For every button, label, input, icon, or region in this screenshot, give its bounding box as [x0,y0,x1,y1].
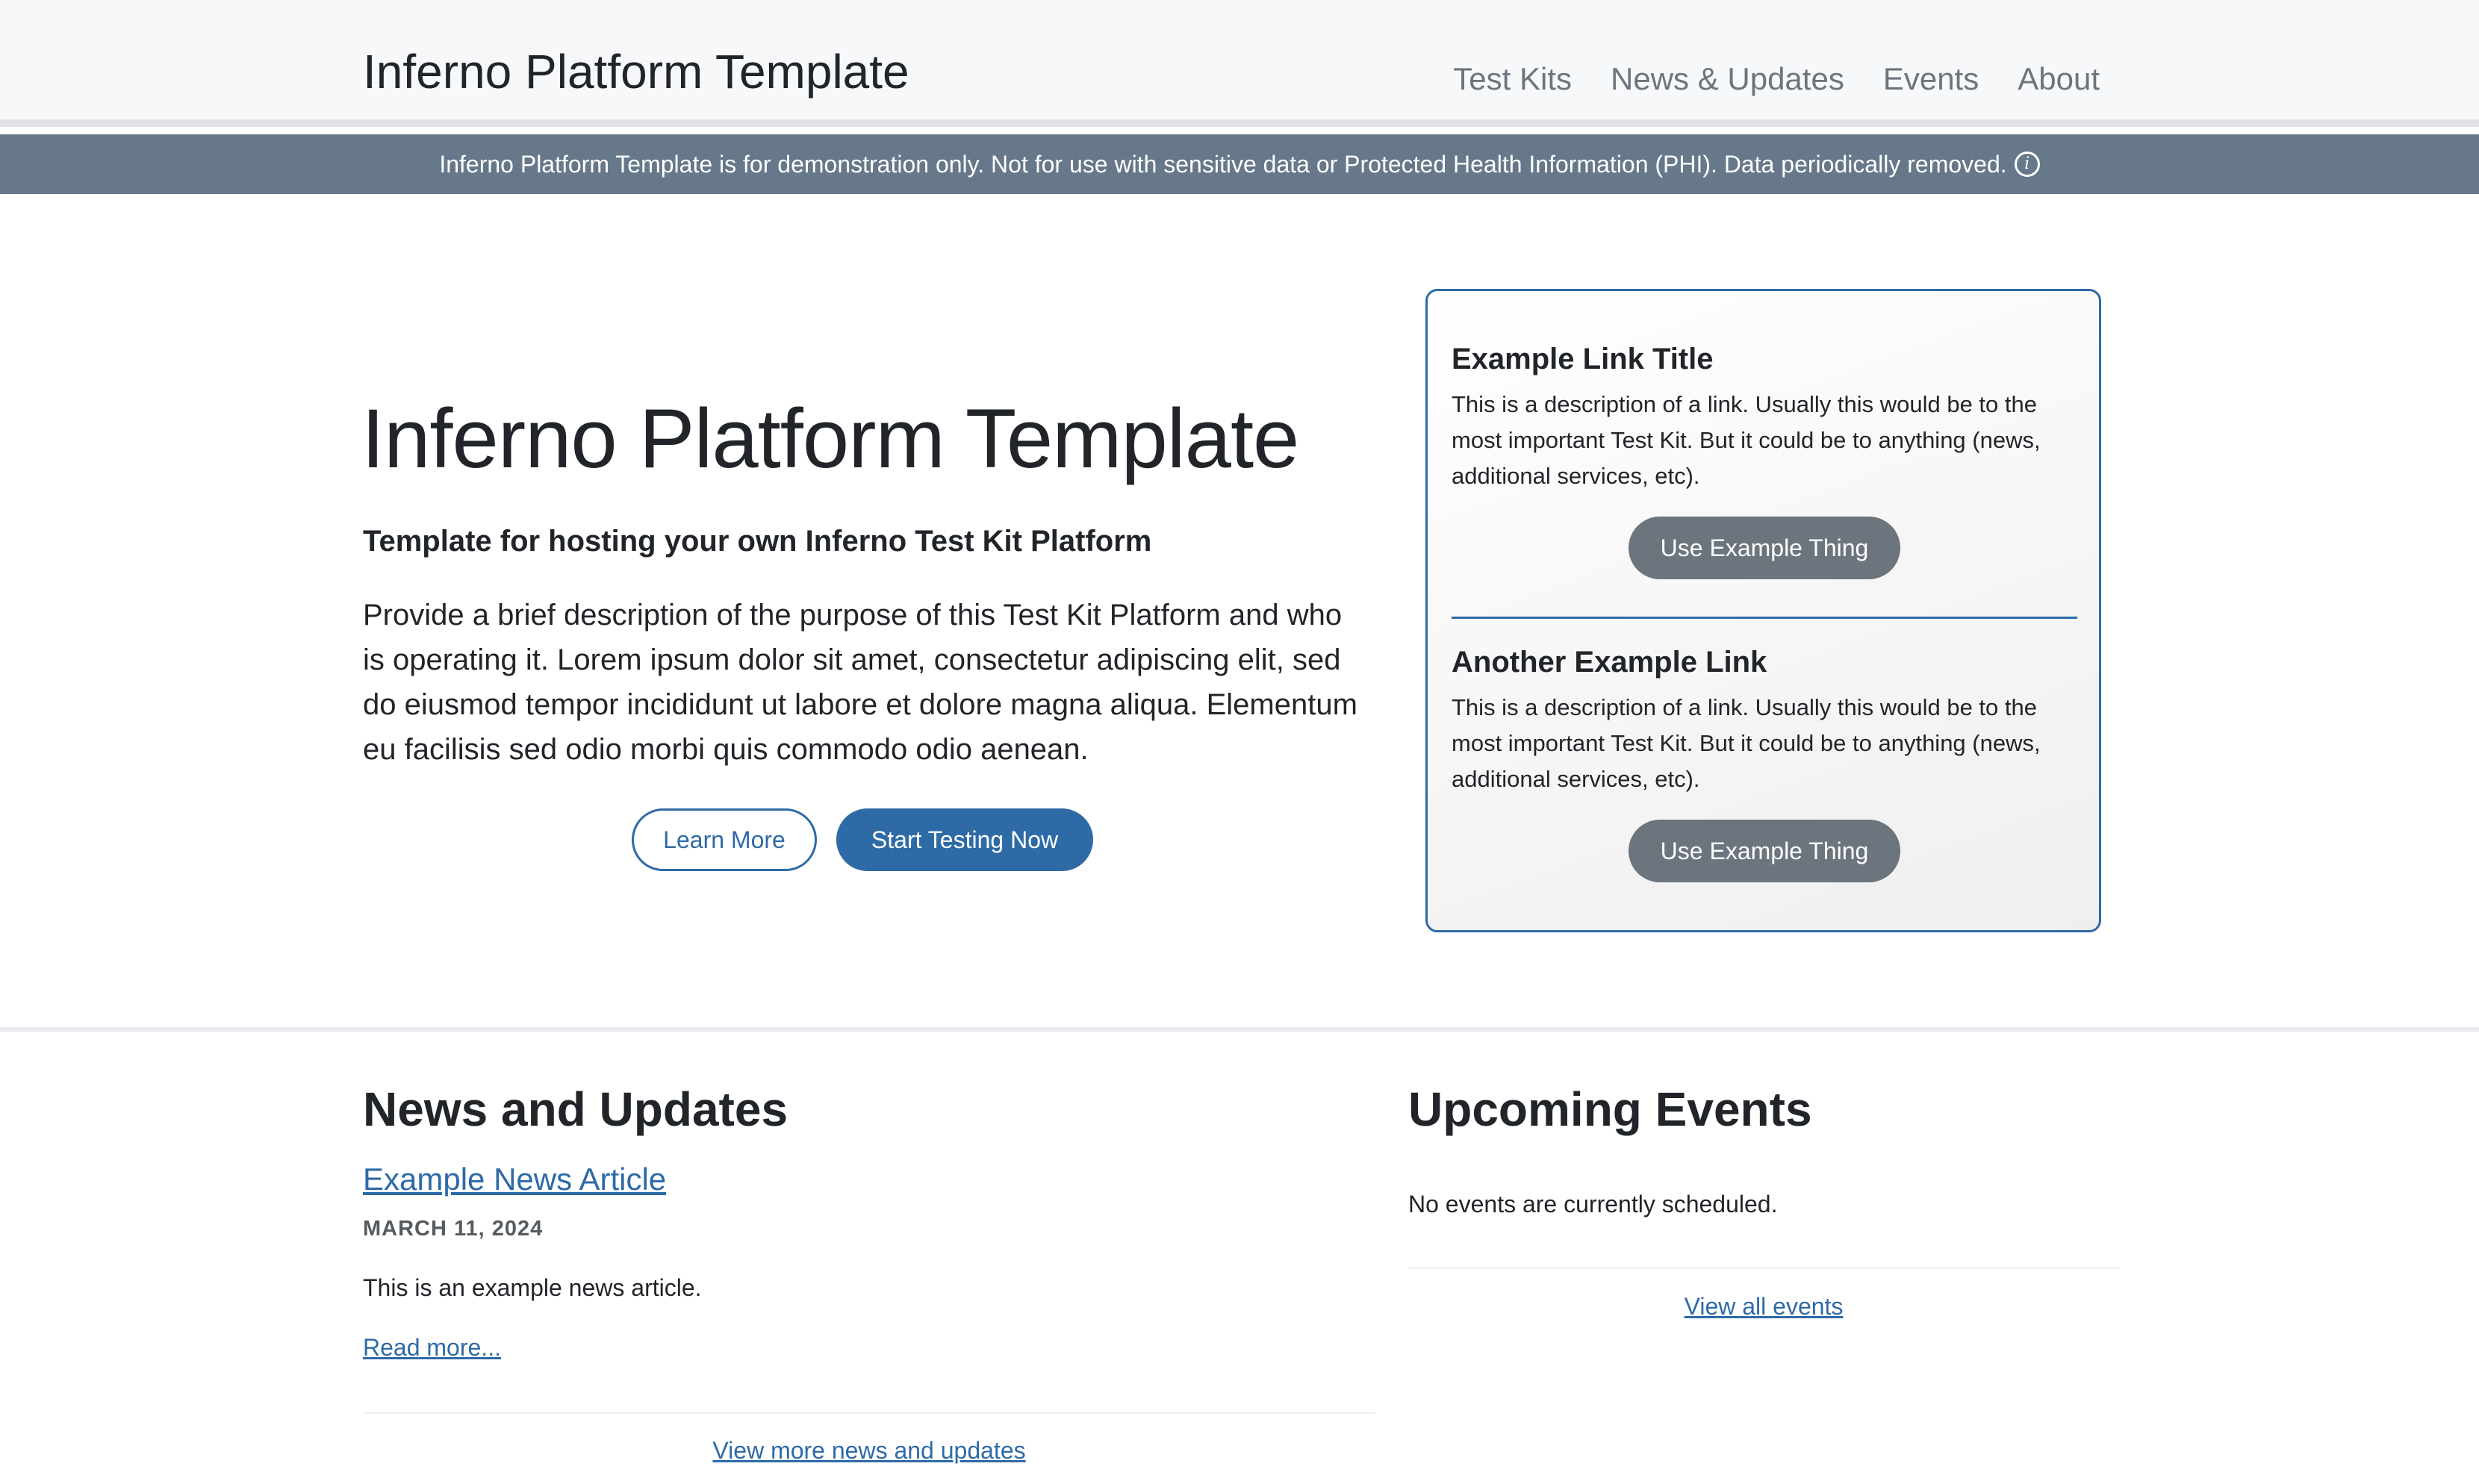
news-article-date: MARCH 11, 2024 [363,1217,544,1241]
events-heading: Upcoming Events [1408,1082,1812,1136]
link-title: Example Link Title [1452,343,1714,375]
hero-description: Provide a brief description of the purpo… [363,599,1357,766]
view-all-events-link[interactable]: View all events [1685,1293,1844,1320]
view-more-news-container: View more news and updates [363,1433,1375,1468]
link-item: Another Example Link This is a descripti… [1452,642,2077,882]
card-divider [1452,617,2077,619]
main-nav: Test Kits News & Updates Events About [1453,58,2100,100]
link-item: Example Link Title This is a description… [1452,339,2077,579]
use-example-thing-button[interactable]: Use Example Thing [1629,517,1900,579]
nav-link-about[interactable]: About [2018,58,2100,100]
hero-subtitle: Template for hosting your own Inferno Te… [363,525,1152,558]
nav-link-test-kits[interactable]: Test Kits [1453,58,1572,100]
demo-warning-banner: Inferno Platform Template is for demonst… [0,134,2479,194]
nav-link-news-updates[interactable]: News & Updates [1611,58,1844,100]
site-header: Inferno Platform Template Test Kits News… [0,0,2479,127]
site-brand[interactable]: Inferno Platform Template [363,43,909,100]
use-example-thing-button[interactable]: Use Example Thing [1629,820,1900,882]
news-article-title-link[interactable]: Example News Article [363,1159,666,1200]
view-more-news-link[interactable]: View more news and updates [712,1437,1025,1464]
read-more-link[interactable]: Read more... [363,1330,501,1365]
news-divider [363,1412,1375,1414]
news-article-summary: This is an example news article. [363,1274,702,1301]
link-description: This is a description of a link. Usually… [1452,391,2041,489]
events-empty-message: No events are currently scheduled. [1408,1191,1778,1218]
featured-links-card: Example Link Title This is a description… [1425,289,2101,932]
section-divider [0,1027,2479,1032]
hero-title: Inferno Platform Template [361,392,1299,485]
link-title: Another Example Link [1452,646,1767,679]
link-description: This is a description of a link. Usually… [1452,694,2041,792]
learn-more-button[interactable]: Learn More [632,808,817,871]
info-circle-icon[interactable]: i [2014,152,2040,177]
banner-text: Inferno Platform Template is for demonst… [439,150,2007,178]
news-heading: News and Updates [363,1082,789,1136]
hero-actions: Learn More Start Testing Now [632,808,1093,871]
start-testing-button[interactable]: Start Testing Now [836,808,1093,871]
events-divider [1408,1268,2119,1269]
nav-link-events[interactable]: Events [1883,58,1979,100]
view-all-events-container: View all events [1408,1289,2119,1324]
